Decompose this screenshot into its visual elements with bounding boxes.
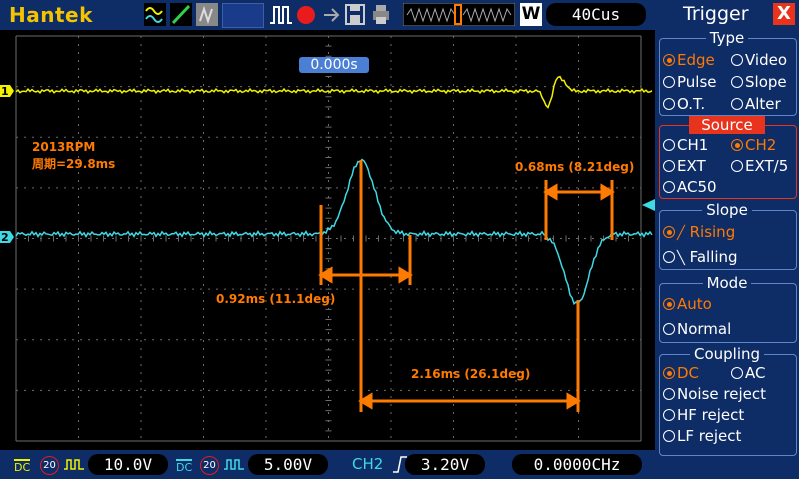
ch2-invert-icon[interactable] bbox=[223, 457, 245, 472]
source-option-ch2[interactable]: CH2 bbox=[731, 136, 776, 154]
top-toolbar: Hantek W 40Cus bbox=[0, 0, 655, 30]
slope-option-rising[interactable]: ╱ Rising bbox=[663, 223, 735, 241]
ch1-waveform bbox=[15, 75, 653, 109]
panel-title: Trigger bbox=[683, 3, 749, 25]
trigger-panel: Trigger X Type Edge Video Pulse Slope O.… bbox=[655, 0, 799, 479]
ramp-icon[interactable] bbox=[170, 3, 192, 26]
ch1-volts-display[interactable]: 10.0V bbox=[88, 454, 168, 475]
coupling-option-dc[interactable]: DC bbox=[663, 364, 699, 382]
panel-header: Trigger X bbox=[655, 0, 799, 28]
type-title: Type bbox=[655, 29, 799, 47]
save-icon[interactable] bbox=[344, 3, 366, 26]
coupling-title: Coupling bbox=[655, 345, 799, 363]
source-option-ch1[interactable]: CH1 bbox=[663, 136, 708, 154]
type-option-video[interactable]: Video bbox=[731, 51, 787, 69]
type-option-ot[interactable]: O.T. bbox=[663, 95, 705, 113]
play-icon[interactable] bbox=[320, 3, 342, 26]
ch2-volts-display[interactable]: 5.00V bbox=[248, 454, 328, 475]
ch2-marker-label: 2 bbox=[1, 231, 9, 244]
source-option-ac50[interactable]: AC50 bbox=[663, 178, 717, 196]
trigger-source-label[interactable]: CH2 bbox=[352, 455, 383, 473]
trigger-level-marker[interactable] bbox=[642, 199, 655, 211]
frequency-display: 0.0000CHz bbox=[512, 454, 642, 475]
type-option-edge[interactable]: Edge bbox=[663, 51, 715, 69]
coupling-option-hf-reject[interactable]: HF reject bbox=[663, 406, 744, 424]
ch1-invert-icon[interactable] bbox=[63, 457, 85, 472]
type-option-alter[interactable]: Alter bbox=[731, 95, 781, 113]
ch1-coupling-label[interactable]: DC bbox=[14, 459, 31, 474]
brand-logo: Hantek bbox=[9, 3, 93, 27]
slope-option-falling[interactable]: ╲ Falling bbox=[663, 248, 738, 266]
ch2-bandwidth-badge[interactable]: 20 bbox=[200, 456, 219, 475]
trigger-level-display[interactable]: 3.20V bbox=[405, 454, 485, 475]
mode-option-auto[interactable]: Auto bbox=[663, 295, 712, 313]
pulse1-label: 0.92ms (11.1deg) bbox=[216, 292, 335, 306]
pulse-icon[interactable] bbox=[268, 3, 294, 26]
source-option-ext[interactable]: EXT bbox=[663, 157, 706, 175]
scope-display[interactable]: 2013RPM 周期=29.8ms 0.92ms (11.1deg) 0.68m… bbox=[0, 30, 655, 450]
print-icon[interactable] bbox=[370, 3, 392, 26]
gap-label: 2.16ms (26.1deg) bbox=[411, 367, 530, 381]
memory-overview-icon[interactable] bbox=[403, 3, 515, 26]
coupling-option-lf-reject[interactable]: LF reject bbox=[663, 427, 741, 445]
source-option-ext5[interactable]: EXT/5 bbox=[731, 157, 788, 175]
close-button[interactable]: X bbox=[773, 3, 795, 25]
acquisition-mode[interactable]: W bbox=[520, 3, 542, 26]
mode-option-normal[interactable]: Normal bbox=[663, 320, 731, 338]
record-icon[interactable] bbox=[295, 3, 317, 26]
trigger-position-label[interactable]: 0.000s bbox=[299, 57, 369, 73]
ch1-marker-label: 1 bbox=[1, 85, 9, 98]
waveform-icon[interactable] bbox=[144, 3, 166, 26]
ch1-bandwidth-badge[interactable]: 20 bbox=[40, 456, 59, 475]
source-title: Source bbox=[655, 116, 799, 134]
blank-button[interactable] bbox=[222, 3, 264, 28]
coupling-option-ac[interactable]: AC bbox=[731, 364, 765, 382]
coupling-option-noise-reject[interactable]: Noise reject bbox=[663, 385, 766, 403]
ch2-coupling-label[interactable]: DC bbox=[176, 459, 193, 474]
waveform-canvas[interactable]: 2013RPM 周期=29.8ms 0.92ms (11.1deg) 0.68m… bbox=[0, 30, 655, 450]
timebase-display[interactable]: 40Cus bbox=[546, 3, 646, 26]
type-option-slope[interactable]: Slope bbox=[731, 73, 787, 91]
slope-title: Slope bbox=[655, 201, 799, 219]
pulse2-label: 0.68ms (8.21deg) bbox=[515, 160, 634, 174]
persistence-icon[interactable] bbox=[196, 3, 218, 26]
ch2-waveform bbox=[15, 158, 653, 305]
mode-title: Mode bbox=[655, 274, 799, 292]
rpm-label: 2013RPM bbox=[32, 140, 95, 154]
status-bar: DC 20 10.0V DC 20 5.00V CH2 3.20V 0.0000… bbox=[0, 450, 655, 479]
type-option-pulse[interactable]: Pulse bbox=[663, 73, 717, 91]
period-label: 周期=29.8ms bbox=[32, 156, 115, 171]
